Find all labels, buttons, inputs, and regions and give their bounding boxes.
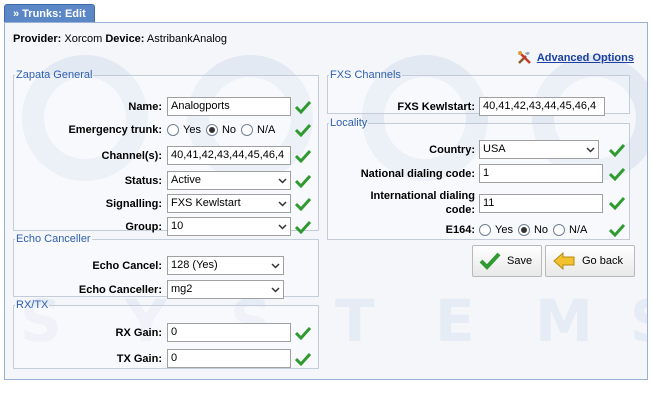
provider-line: Provider: Xorcom Device: AstribankAnalog	[13, 33, 227, 45]
channels-input[interactable]: 40,41,42,43,44,45,46,4	[167, 146, 291, 165]
international-dialing-code-input[interactable]: 11	[479, 193, 603, 213]
name-input[interactable]: Analogports	[167, 97, 291, 116]
emergency-yes-option[interactable]: Yes	[167, 124, 201, 136]
chevron-down-icon	[271, 287, 280, 293]
international-dialing-code-label: International dialing code:	[370, 190, 475, 216]
emergency-trunk-label: Emergency trunk:	[68, 124, 162, 136]
chevron-down-icon	[271, 263, 280, 269]
status-select[interactable]: Active	[167, 171, 291, 190]
check-icon	[295, 149, 311, 163]
check-icon	[295, 197, 311, 211]
country-value: USA	[483, 143, 506, 155]
check-icon	[295, 352, 311, 366]
trunks-edit-tab[interactable]: » Trunks: Edit	[4, 4, 95, 23]
rx-tx-group: RX/TX RX Gain: 0 TX Gain: 0	[13, 299, 319, 369]
channels-label: Channel(s):	[101, 149, 163, 162]
check-icon	[609, 223, 625, 237]
status-label: Status:	[124, 174, 162, 187]
echo-canceller-value: mg2	[171, 283, 193, 295]
save-button-label: Save	[507, 255, 533, 267]
rx-tx-legend: RX/TX	[16, 299, 49, 311]
country-select[interactable]: USA	[479, 140, 599, 159]
chevron-down-icon	[278, 224, 287, 230]
echo-cancel-value: 128 (Yes)	[171, 259, 218, 271]
signalling-value: FXS Kewlstart	[171, 197, 241, 209]
checkmark-icon	[479, 252, 501, 270]
signalling-select[interactable]: FXS Kewlstart	[167, 194, 291, 213]
e164-na-radio[interactable]	[553, 224, 566, 236]
rx-gain-label: RX Gain:	[115, 326, 162, 339]
chevron-down-icon	[586, 147, 595, 153]
signalling-label: Signalling:	[105, 197, 162, 210]
advanced-options[interactable]: Advanced Options	[517, 50, 634, 66]
national-dialing-code-label: National dialing code:	[360, 167, 475, 180]
svg-text:S: S	[630, 287, 647, 355]
emergency-no-option[interactable]: No	[205, 124, 236, 136]
check-icon	[609, 196, 625, 210]
emergency-na-option[interactable]: N/A	[241, 124, 275, 136]
status-value: Active	[171, 174, 201, 186]
e164-no-radio[interactable]	[517, 224, 530, 236]
fxs-channels-group: FXS Channels FXS Kewlstart: 40,41,42,43,…	[327, 69, 630, 116]
group-value: 10	[171, 220, 184, 232]
go-back-button-label: Go back	[582, 255, 623, 267]
chevron-down-icon	[278, 201, 287, 207]
fxs-kewlstart-input[interactable]: 40,41,42,43,44,45,46,4	[479, 97, 605, 116]
check-icon	[609, 167, 625, 181]
svg-text:T: T	[335, 287, 375, 355]
e164-label: E164:	[445, 224, 475, 236]
chevron-down-icon	[278, 178, 287, 184]
emergency-yes-radio[interactable]	[167, 124, 179, 136]
e164-no-option[interactable]: No	[517, 224, 548, 236]
tx-gain-label: TX Gain:	[116, 352, 162, 365]
tx-gain-input[interactable]: 0	[167, 349, 291, 368]
check-icon	[295, 326, 311, 340]
locality-legend: Locality	[330, 117, 368, 129]
svg-text:M: M	[535, 287, 593, 355]
e164-na-option[interactable]: N/A	[553, 224, 587, 236]
e164-yes-option[interactable]: Yes	[479, 224, 513, 236]
provider-value: Xorcom	[64, 33, 103, 45]
device-label: Device:	[105, 33, 145, 45]
arrow-left-icon	[553, 251, 575, 271]
echo-cancel-select[interactable]: 128 (Yes)	[167, 256, 284, 275]
go-back-button[interactable]: Go back	[545, 245, 635, 277]
emergency-na-radio[interactable]	[241, 124, 254, 136]
check-icon	[295, 174, 311, 188]
save-button[interactable]: Save	[472, 245, 542, 277]
echo-canceller-label: Echo Canceller:	[78, 283, 162, 296]
zapata-general-legend: Zapata General	[16, 69, 93, 81]
echo-cancel-label: Echo Cancel:	[92, 259, 162, 272]
advanced-options-link[interactable]: Advanced Options	[537, 52, 634, 64]
name-label: Name:	[128, 100, 162, 113]
trunk-edit-panel: S Y S T E M S Provider: Xorcom Device: A…	[4, 22, 648, 380]
check-icon	[295, 123, 311, 137]
fxs-channels-legend: FXS Channels	[330, 69, 401, 81]
zapata-general-group: Zapata General Name: Analogports Emergen…	[13, 69, 319, 236]
echo-canceller-group: Echo Canceller Echo Cancel: 128 (Yes) Ec…	[13, 233, 319, 299]
rx-gain-input[interactable]: 0	[167, 323, 291, 342]
check-icon	[295, 220, 311, 234]
national-dialing-code-input[interactable]: 1	[479, 164, 603, 183]
svg-text:E: E	[435, 287, 475, 355]
e164-yes-radio[interactable]	[479, 224, 491, 236]
fxs-kewlstart-label: FXS Kewlstart:	[397, 100, 475, 113]
echo-canceller-legend: Echo Canceller	[16, 233, 91, 245]
device-value: AstribankAnalog	[146, 33, 228, 45]
check-icon	[295, 100, 311, 114]
country-label: Country:	[429, 143, 475, 156]
provider-label: Provider:	[13, 33, 62, 45]
tools-icon	[517, 51, 531, 64]
locality-group: Locality Country: USA National dialing c…	[327, 117, 630, 240]
group-label: Group:	[125, 220, 162, 233]
emergency-no-radio[interactable]	[205, 124, 218, 136]
check-icon	[609, 143, 625, 157]
echo-canceller-select[interactable]: mg2	[167, 280, 284, 299]
